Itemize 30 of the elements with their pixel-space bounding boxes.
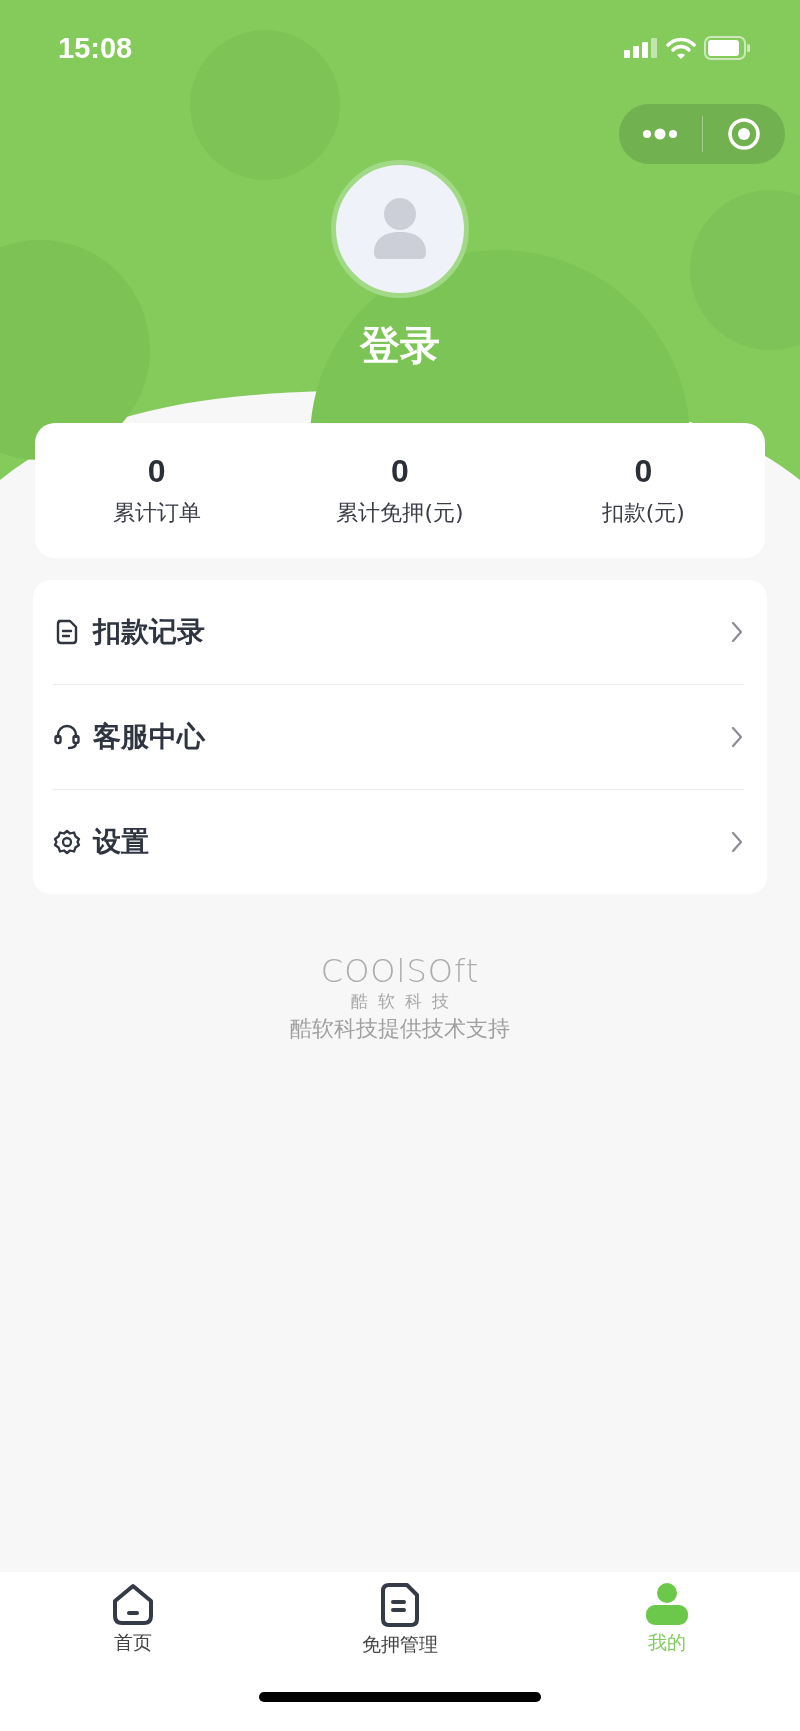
target-icon xyxy=(726,117,761,151)
chevron-right-icon xyxy=(730,620,744,644)
menu-item[interactable]: 扣款记录 xyxy=(53,580,744,685)
stat-value: 0 xyxy=(391,453,409,490)
menu-label: 扣款记录 xyxy=(93,614,206,650)
menu-label: 客服中心 xyxy=(93,719,206,755)
wifi-icon xyxy=(666,37,696,59)
tab[interactable]: 首页 xyxy=(0,1572,267,1672)
menu-item[interactable]: 设置 xyxy=(53,790,744,894)
chevron-right-icon xyxy=(730,725,744,749)
support-text: 酷软科技提供技术支持 xyxy=(290,1015,510,1043)
status-time: 15:08 xyxy=(58,31,133,65)
stat-value: 0 xyxy=(147,453,166,490)
logo-subtitle: 酷软科技 xyxy=(350,990,459,1012)
stat-label: 累计订单 xyxy=(112,499,201,527)
person-icon xyxy=(643,1582,690,1626)
stat-label: 扣款(元) xyxy=(601,499,685,527)
stat-value: 0 xyxy=(634,453,653,490)
chevron-right-icon xyxy=(730,830,744,854)
headset-icon xyxy=(53,723,81,751)
more-icon xyxy=(641,127,680,141)
tab[interactable]: 免押管理 xyxy=(266,1572,534,1672)
signal-icon xyxy=(624,38,658,58)
document-icon xyxy=(380,1582,420,1628)
settings-icon xyxy=(53,828,81,856)
menu-item[interactable]: 客服中心 xyxy=(53,685,744,790)
menu-label: 设置 xyxy=(93,824,150,860)
stat-label: 累计免押(元) xyxy=(336,499,464,527)
battery-icon xyxy=(704,36,750,60)
logo-text: COOlSOft xyxy=(320,952,480,990)
